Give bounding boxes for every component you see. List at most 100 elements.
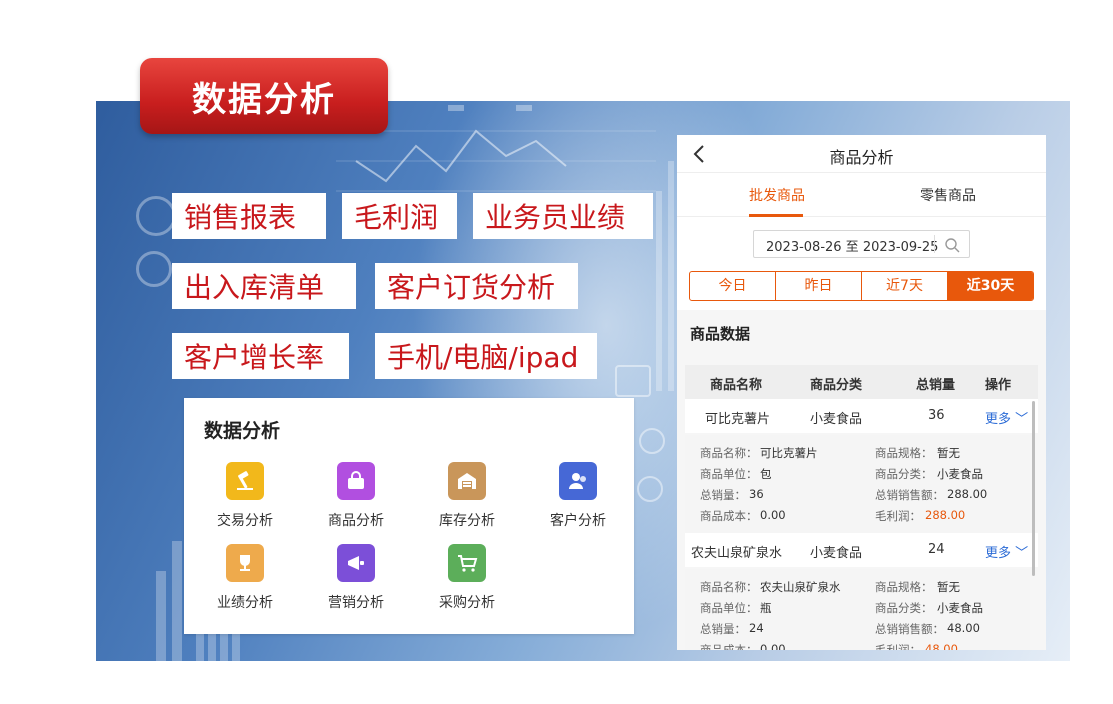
section-badge: 数据分析 — [140, 58, 388, 134]
row-detail: 商品名称： 农夫山泉矿泉水 商品规格： 暂无 商品单位： 瓶 商品分类： 小麦食… — [685, 569, 1030, 650]
cart-icon — [448, 544, 486, 582]
detail-value: 0.00 — [760, 642, 786, 650]
tab-wholesale[interactable]: 批发商品 — [749, 185, 805, 205]
tile-label: 商品分析 — [328, 513, 384, 529]
product-analysis-screen: 商品分析 批发商品 零售商品 2023-08-26 至 2023-09-25 今… — [677, 135, 1046, 650]
detail-label: 商品单位： — [700, 601, 758, 615]
detail-value: 包 — [760, 467, 772, 481]
trophy-icon — [226, 544, 264, 582]
detail-label: 商品名称： — [700, 580, 758, 594]
product-category: 小麦食品 — [810, 412, 863, 427]
detail-label: 总销销售额： — [875, 622, 944, 636]
product-name: 可比克薯片 — [705, 412, 771, 427]
divider — [934, 235, 935, 253]
feature-label-gross-profit: 毛利润 — [342, 193, 457, 239]
feature-label-sales-report: 销售报表 — [172, 193, 326, 239]
detail-value: 288.00 — [947, 487, 988, 501]
date-range-picker[interactable]: 2023-08-26 至 2023-09-25 — [753, 230, 970, 258]
filter-today[interactable]: 今日 — [690, 272, 776, 300]
detail-value: 48.00 — [947, 621, 980, 635]
decorative-ring — [136, 251, 172, 287]
column-header: 商品分类 — [810, 378, 863, 393]
product-qty: 36 — [928, 408, 945, 423]
users-icon — [559, 462, 597, 500]
detail-label: 商品名称： — [700, 446, 758, 460]
column-header: 商品名称 — [710, 378, 763, 393]
scrollbar[interactable] — [1032, 401, 1035, 576]
detail-label: 总销量： — [700, 622, 746, 636]
table-row: 农夫山泉矿泉水 小麦食品 24 更多 ﹀ — [685, 533, 1038, 567]
detail-label: 商品单位： — [700, 467, 758, 481]
detail-value: 小麦食品 — [937, 601, 983, 615]
megaphone-icon — [337, 544, 375, 582]
active-tab-indicator — [749, 214, 803, 217]
detail-label: 总销销售额： — [875, 488, 944, 502]
detail-label: 商品分类： — [875, 601, 933, 615]
card-title: 数据分析 — [204, 420, 281, 442]
feature-label-customer-growth: 客户增长率 — [172, 333, 349, 379]
data-analysis-card: 数据分析 交易分析 商品分析 库存分析 客户分析 业绩分析 营销分析 采购分析 — [184, 398, 634, 634]
detail-label: 总销量： — [700, 488, 746, 502]
shopping-bag-icon — [337, 462, 375, 500]
more-label: 更多 — [985, 412, 1012, 427]
detail-value: 0.00 — [760, 508, 786, 522]
feature-label-salesperson-performance: 业务员业绩 — [473, 193, 653, 239]
more-link[interactable]: 更多 ﹀ — [985, 542, 1028, 561]
detail-label: 毛利润： — [875, 509, 921, 523]
feature-label-inventory-list: 出入库清单 — [172, 263, 356, 309]
tile-label: 客户分析 — [550, 513, 606, 529]
screen-header: 商品分析 — [677, 135, 1046, 173]
detail-value: 暂无 — [937, 446, 960, 460]
column-header: 总销量 — [916, 378, 956, 393]
detail-value: 农夫山泉矿泉水 — [760, 580, 841, 594]
date-quick-filter: 今日 昨日 近7天 近30天 — [689, 271, 1034, 301]
filter-last-7-days[interactable]: 近7天 — [862, 272, 948, 300]
detail-value: 36 — [749, 487, 764, 501]
hammer-icon — [226, 462, 264, 500]
tile-product-analysis[interactable]: 商品分析 — [301, 462, 411, 530]
detail-value: 瓶 — [760, 601, 772, 615]
tile-inventory-analysis[interactable]: 库存分析 — [412, 462, 522, 530]
tile-label: 采购分析 — [439, 595, 495, 611]
product-type-tabs: 批发商品 零售商品 — [677, 181, 1046, 217]
detail-value: 小麦食品 — [937, 467, 983, 481]
detail-value: 可比克薯片 — [760, 446, 818, 460]
more-label: 更多 — [985, 546, 1012, 561]
feature-label-devices: 手机/电脑/ipad — [375, 333, 597, 379]
section-title: 商品数据 — [690, 325, 751, 343]
detail-label: 商品成本： — [700, 509, 758, 523]
detail-label: 商品规格： — [875, 446, 933, 460]
tile-label: 业绩分析 — [217, 595, 273, 611]
tile-purchase-analysis[interactable]: 采购分析 — [412, 544, 522, 612]
more-link[interactable]: 更多 ﹀ — [985, 408, 1028, 427]
detail-value-profit: 288.00 — [925, 508, 966, 522]
detail-label: 商品分类： — [875, 467, 933, 481]
tile-label: 营销分析 — [328, 595, 384, 611]
tile-marketing-analysis[interactable]: 营销分析 — [301, 544, 411, 612]
tile-performance-analysis[interactable]: 业绩分析 — [190, 544, 300, 612]
filter-yesterday[interactable]: 昨日 — [776, 272, 862, 300]
table-header: 商品名称 商品分类 总销量 操作 — [685, 365, 1038, 399]
feature-label-customer-order-analysis: 客户订货分析 — [375, 263, 578, 309]
product-qty: 24 — [928, 542, 945, 557]
tile-label: 交易分析 — [217, 513, 273, 529]
tab-retail[interactable]: 零售商品 — [920, 185, 976, 205]
filter-last-30-days[interactable]: 近30天 — [948, 272, 1033, 300]
tile-label: 库存分析 — [439, 513, 495, 529]
promo-screen: 数据分析 销售报表 毛利润 业务员业绩 出入库清单 客户订货分析 客户增长率 手… — [0, 0, 1113, 704]
product-category: 小麦食品 — [810, 546, 863, 561]
search-icon[interactable] — [943, 236, 961, 254]
tile-customer-analysis[interactable]: 客户分析 — [523, 462, 633, 530]
date-range-text: 2023-08-26 至 2023-09-25 — [766, 240, 939, 255]
detail-value-profit: 48.00 — [925, 642, 958, 650]
detail-label: 毛利润： — [875, 643, 921, 650]
detail-label: 商品规格： — [875, 580, 933, 594]
table-row: 可比克薯片 小麦食品 36 更多 ﹀ — [685, 399, 1038, 433]
product-name: 农夫山泉矿泉水 — [691, 546, 783, 561]
detail-label: 商品成本： — [700, 643, 758, 650]
decorative-ring — [136, 196, 176, 236]
detail-value: 24 — [749, 621, 764, 635]
detail-value: 暂无 — [937, 580, 960, 594]
column-header: 操作 — [985, 378, 1012, 393]
tile-trade-analysis[interactable]: 交易分析 — [190, 462, 300, 530]
